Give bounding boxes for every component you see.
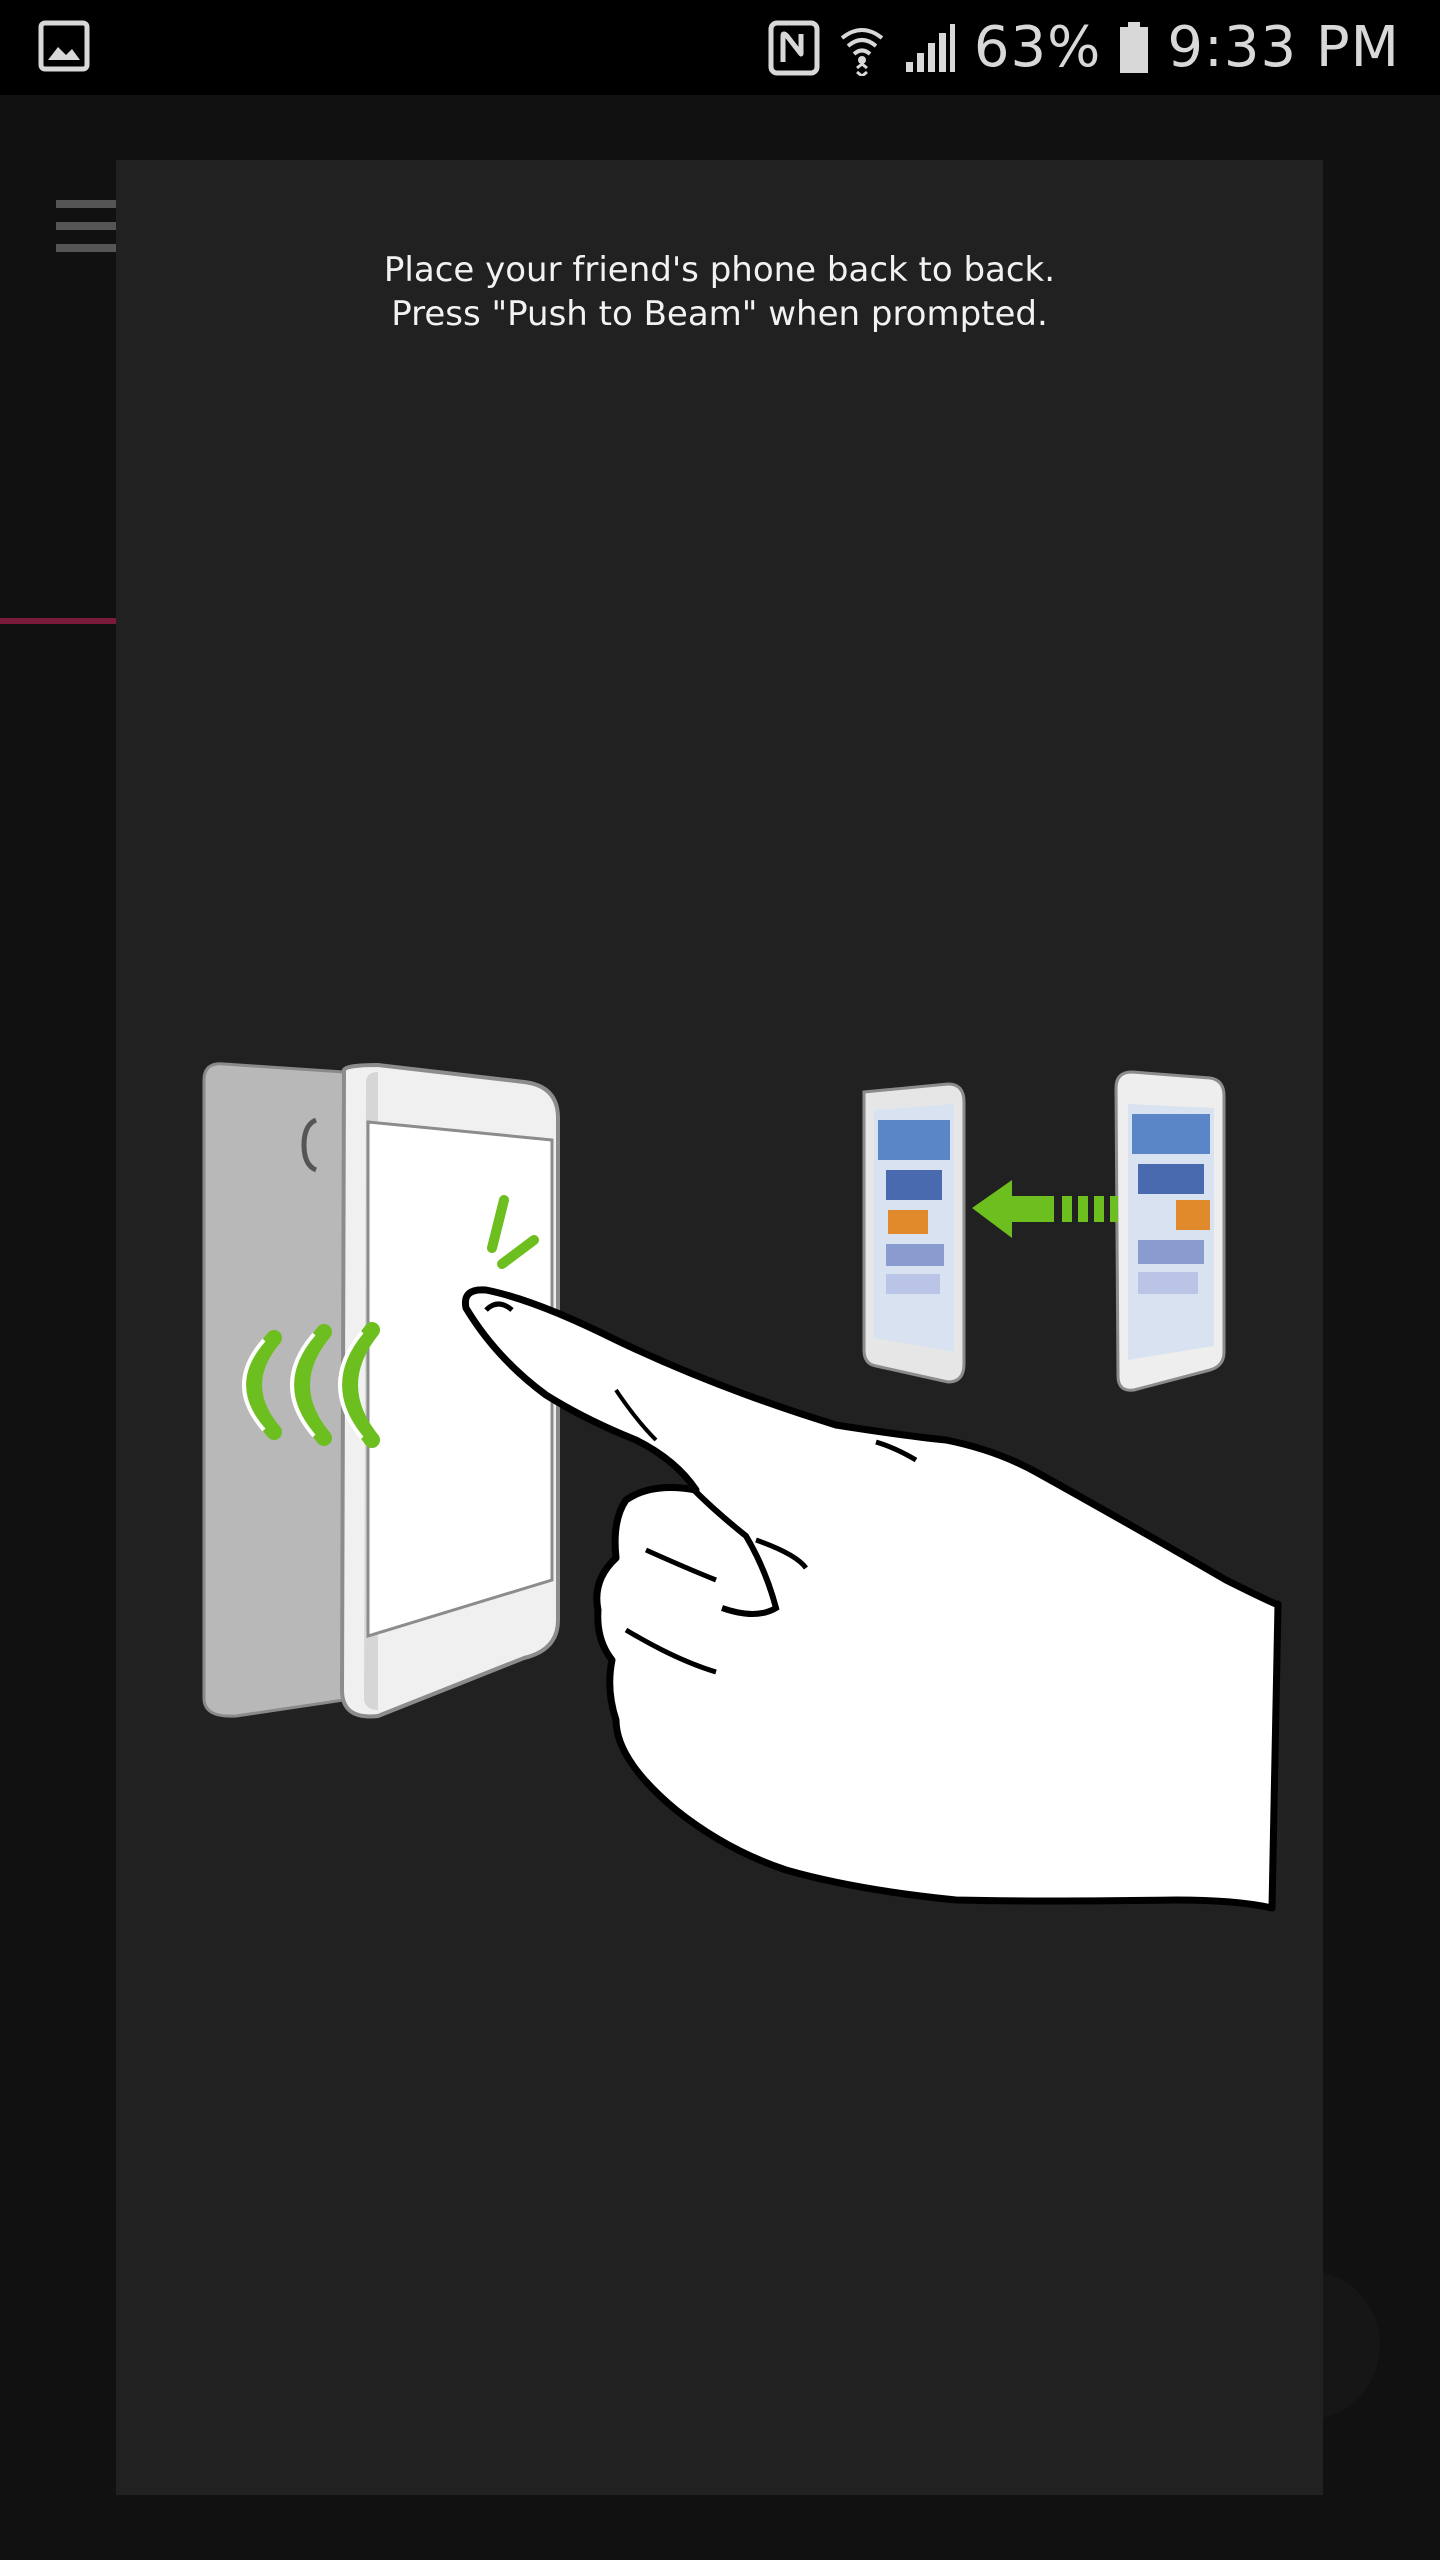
sending-phone-illustration [1114,1070,1226,1392]
accent-divider [0,618,120,624]
transfer-arrow-icon [972,1180,1118,1238]
status-right-group: 63% 9:33 PM [768,14,1400,82]
battery-icon [1120,22,1149,73]
receiving-phone-illustration [862,1082,966,1384]
back-phone-illustration [202,1062,346,1718]
status-bar: 63% 9:33 PM [0,0,1440,95]
menu-icon [56,200,116,252]
cell-signal-icon [905,24,955,72]
nfc-icon [768,20,820,76]
battery-percent: 63% [973,15,1102,80]
gallery-notification-icon [38,20,90,72]
nfc-push-to-beam-illustration [202,1062,1282,1912]
front-phone-illustration [339,1062,560,1719]
screen: 63% 9:33 PM Place your friend's phone ba… [0,0,1440,2560]
status-time: 9:33 PM [1167,15,1400,80]
wifi-icon [840,28,884,76]
push-to-beam-dialog[interactable]: Place your friend's phone back to back. … [116,160,1323,2495]
